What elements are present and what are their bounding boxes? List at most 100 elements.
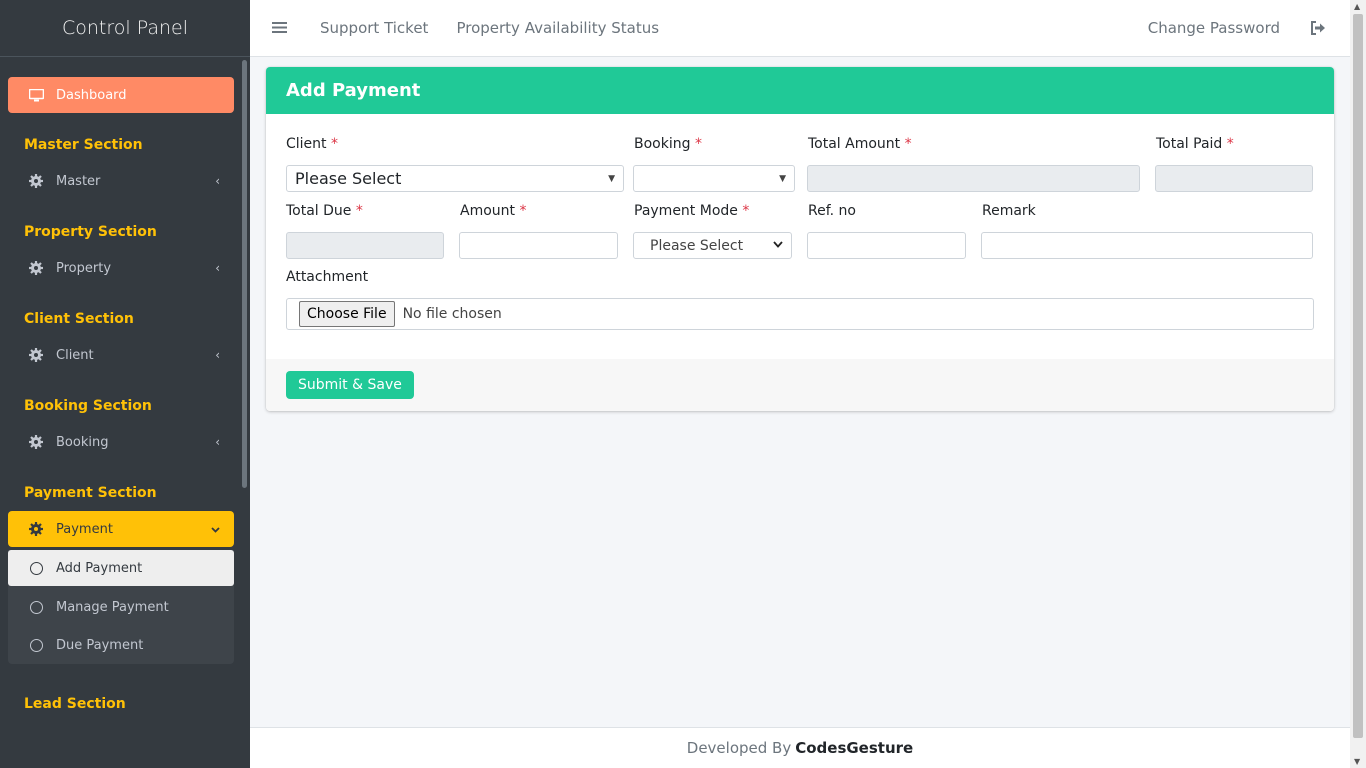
dropdown-arrow-icon: ▼ bbox=[779, 173, 786, 184]
sidebar-scrollbar[interactable] bbox=[242, 60, 247, 488]
total-due-label: Total Due * bbox=[286, 203, 363, 219]
section-header-booking: Booking Section bbox=[24, 398, 152, 414]
required-mark: * bbox=[904, 136, 912, 152]
scroll-down-icon[interactable]: ▼ bbox=[1354, 757, 1360, 766]
total-paid-input[interactable] bbox=[1155, 165, 1313, 192]
brand-title[interactable]: Control Panel bbox=[0, 0, 250, 57]
dropdown-arrow-icon: ▼ bbox=[608, 173, 615, 184]
sidebar-item-client[interactable]: Client ‹ bbox=[8, 337, 234, 373]
total-amount-input[interactable] bbox=[807, 165, 1140, 192]
card-title: Add Payment bbox=[266, 67, 1334, 114]
ref-no-label: Ref. no bbox=[808, 203, 856, 219]
section-header-client: Client Section bbox=[24, 311, 134, 327]
sidebar-item-booking[interactable]: Booking ‹ bbox=[8, 424, 234, 460]
card-body: Client * Booking * Total Amount * Total … bbox=[266, 114, 1334, 359]
client-select-value: Please Select bbox=[295, 169, 402, 188]
required-mark: * bbox=[330, 136, 338, 152]
label-text: Booking bbox=[634, 136, 691, 152]
booking-select[interactable]: ▼ bbox=[633, 165, 795, 192]
gear-icon bbox=[28, 173, 44, 189]
attachment-file-input[interactable]: Choose File No file chosen bbox=[286, 298, 1314, 330]
topnav-right: Change Password bbox=[1120, 19, 1350, 37]
remark-input[interactable] bbox=[981, 232, 1313, 259]
chevron-down-icon bbox=[773, 240, 783, 251]
scroll-up-icon[interactable]: ▲ bbox=[1354, 2, 1360, 11]
footer-brand[interactable]: CodesGesture bbox=[795, 739, 913, 757]
payment-submenu: Add Payment Manage Payment Due Payment bbox=[8, 550, 234, 664]
sidebar-subitem-due-payment[interactable]: Due Payment bbox=[8, 626, 234, 664]
gear-icon bbox=[28, 434, 44, 450]
payment-mode-value: Please Select bbox=[650, 237, 744, 254]
sidebar-item-label: Payment bbox=[56, 521, 113, 537]
label-text: Amount bbox=[460, 203, 516, 219]
add-payment-card: Add Payment Client * Booking * Total Amo… bbox=[266, 67, 1334, 411]
logout-icon[interactable] bbox=[1310, 21, 1326, 35]
required-mark: * bbox=[694, 136, 702, 152]
section-header-lead: Lead Section bbox=[24, 696, 126, 712]
chevron-left-icon: ‹ bbox=[215, 348, 220, 362]
sidebar-item-master[interactable]: Master ‹ bbox=[8, 163, 234, 199]
scrollbar-thumb[interactable] bbox=[1353, 14, 1363, 738]
chevron-down-icon bbox=[211, 522, 220, 536]
gear-icon bbox=[28, 521, 44, 537]
file-status-text: No file chosen bbox=[402, 306, 502, 322]
total-amount-label: Total Amount * bbox=[808, 136, 912, 152]
sidebar-subitem-add-payment[interactable]: Add Payment bbox=[8, 550, 234, 586]
footer-prefix: Developed By bbox=[686, 739, 792, 757]
sidebar-item-label: Master bbox=[56, 173, 101, 189]
page-footer: Developed By CodesGesture bbox=[250, 727, 1350, 768]
page-scrollbar[interactable]: ▲ ▼ bbox=[1350, 0, 1366, 768]
chevron-left-icon: ‹ bbox=[215, 435, 220, 449]
change-password-link[interactable]: Change Password bbox=[1148, 19, 1280, 37]
label-text: Total Due bbox=[286, 203, 352, 219]
sidebar-item-dashboard[interactable]: Dashboard bbox=[8, 77, 234, 113]
gear-icon bbox=[28, 347, 44, 363]
label-text: Client bbox=[286, 136, 327, 152]
top-navbar: Support Ticket Property Availability Sta… bbox=[250, 0, 1350, 57]
circle-icon bbox=[30, 561, 43, 575]
label-text: Total Amount bbox=[808, 136, 901, 152]
client-select[interactable]: Please Select ▼ bbox=[286, 165, 624, 192]
remark-label: Remark bbox=[982, 203, 1036, 219]
attachment-label: Attachment bbox=[286, 269, 369, 285]
sidebar-item-payment[interactable]: Payment bbox=[8, 511, 234, 547]
section-header-payment: Payment Section bbox=[24, 485, 157, 501]
payment-mode-label: Payment Mode * bbox=[634, 203, 749, 219]
circle-icon bbox=[30, 638, 43, 652]
section-header-property: Property Section bbox=[24, 224, 157, 240]
support-ticket-link[interactable]: Support Ticket bbox=[320, 19, 428, 37]
card-footer: Submit & Save bbox=[266, 359, 1334, 411]
label-text: Remark bbox=[982, 203, 1036, 219]
sidebar-nav: Dashboard Master Section Master ‹ Proper… bbox=[0, 57, 242, 714]
label-text: Payment Mode bbox=[634, 203, 738, 219]
section-header-master: Master Section bbox=[24, 137, 143, 153]
required-mark: * bbox=[519, 203, 527, 219]
property-availability-link[interactable]: Property Availability Status bbox=[456, 19, 659, 37]
total-paid-label: Total Paid * bbox=[1156, 136, 1234, 152]
booking-label: Booking * bbox=[634, 136, 702, 152]
sidebar-item-label: Booking bbox=[56, 434, 109, 450]
total-due-input[interactable] bbox=[286, 232, 444, 259]
sidebar-item-label: Client bbox=[56, 347, 94, 363]
choose-file-button[interactable]: Choose File bbox=[299, 301, 395, 327]
sidebar-subitem-manage-payment[interactable]: Manage Payment bbox=[8, 588, 234, 626]
gear-icon bbox=[28, 260, 44, 276]
label-text: Total Paid bbox=[1156, 136, 1223, 152]
chevron-left-icon: ‹ bbox=[215, 174, 220, 188]
amount-input[interactable] bbox=[459, 232, 618, 259]
sidebar-item-label: Dashboard bbox=[56, 87, 127, 103]
amount-label: Amount * bbox=[460, 203, 526, 219]
sidebar-subitem-label: Manage Payment bbox=[56, 599, 169, 615]
ref-no-input[interactable] bbox=[807, 232, 966, 259]
chevron-left-icon: ‹ bbox=[215, 261, 220, 275]
required-mark: * bbox=[742, 203, 750, 219]
circle-icon bbox=[30, 600, 43, 614]
monitor-icon bbox=[28, 87, 44, 103]
menu-icon[interactable] bbox=[272, 18, 292, 39]
sidebar-item-property[interactable]: Property ‹ bbox=[8, 250, 234, 286]
payment-mode-select[interactable]: Please Select bbox=[633, 232, 792, 259]
sidebar: Control Panel Dashboard Master Section M… bbox=[0, 0, 250, 768]
sidebar-subitem-label: Due Payment bbox=[56, 637, 144, 653]
submit-save-button[interactable]: Submit & Save bbox=[286, 371, 414, 399]
required-mark: * bbox=[1226, 136, 1234, 152]
